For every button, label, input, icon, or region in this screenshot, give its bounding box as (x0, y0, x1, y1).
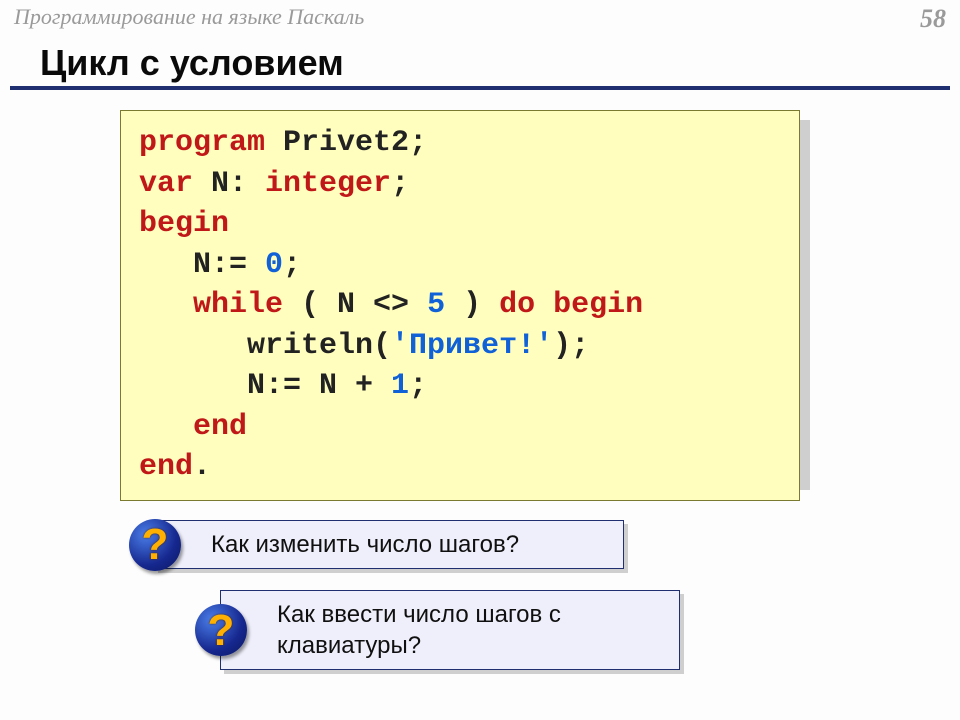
question-text: Как изменить число шагов? (211, 531, 519, 558)
code-token: 0 (265, 248, 283, 282)
question-mark-icon: ? (129, 519, 181, 571)
question-mark-icon: ? (195, 604, 247, 656)
question-box: ? Как ввести число шагов с клавиатуры? (220, 590, 680, 670)
code-token: do begin (499, 288, 643, 322)
code-token: writeln( (139, 329, 391, 363)
code-token: N:= (139, 248, 265, 282)
code-token: integer (265, 167, 391, 201)
code-token: . (193, 450, 211, 484)
code-token: ); (553, 329, 589, 363)
code-block: program Privet2; var N: integer; begin N… (120, 110, 800, 501)
code-token: end (139, 450, 193, 484)
code-token: ; (409, 369, 427, 403)
page-number: 58 (920, 4, 946, 34)
question-box: ? Как изменить число шагов? (154, 520, 624, 569)
title-underline (0, 84, 960, 90)
question-callout: ? Как ввести число шагов с клавиатуры? (220, 590, 680, 670)
code-token: var (139, 167, 193, 201)
code-content: program Privet2; var N: integer; begin N… (120, 110, 800, 501)
question-text: Как ввести число шагов с клавиатуры? (277, 601, 561, 659)
code-token: 5 (427, 288, 445, 322)
code-token: begin (139, 207, 229, 241)
code-token: ( N <> (283, 288, 427, 322)
code-token: while (139, 288, 283, 322)
code-token: ; (283, 248, 301, 282)
code-token: program (139, 126, 265, 160)
slide-title: Цикл с условием (40, 42, 950, 84)
question-callout: ? Как изменить число шагов? (154, 520, 624, 569)
code-token: end (139, 410, 247, 444)
code-token: 1 (391, 369, 409, 403)
code-token: 'Привет!' (391, 329, 553, 363)
slide-header: Программирование на языке Паскаль 58 (0, 0, 960, 34)
code-token: Privet2; (265, 126, 427, 160)
code-token: N: (193, 167, 265, 201)
code-token: N:= N + (139, 369, 391, 403)
code-token: ; (391, 167, 409, 201)
subject-text: Программирование на языке Паскаль (14, 4, 364, 30)
code-token: ) (445, 288, 499, 322)
